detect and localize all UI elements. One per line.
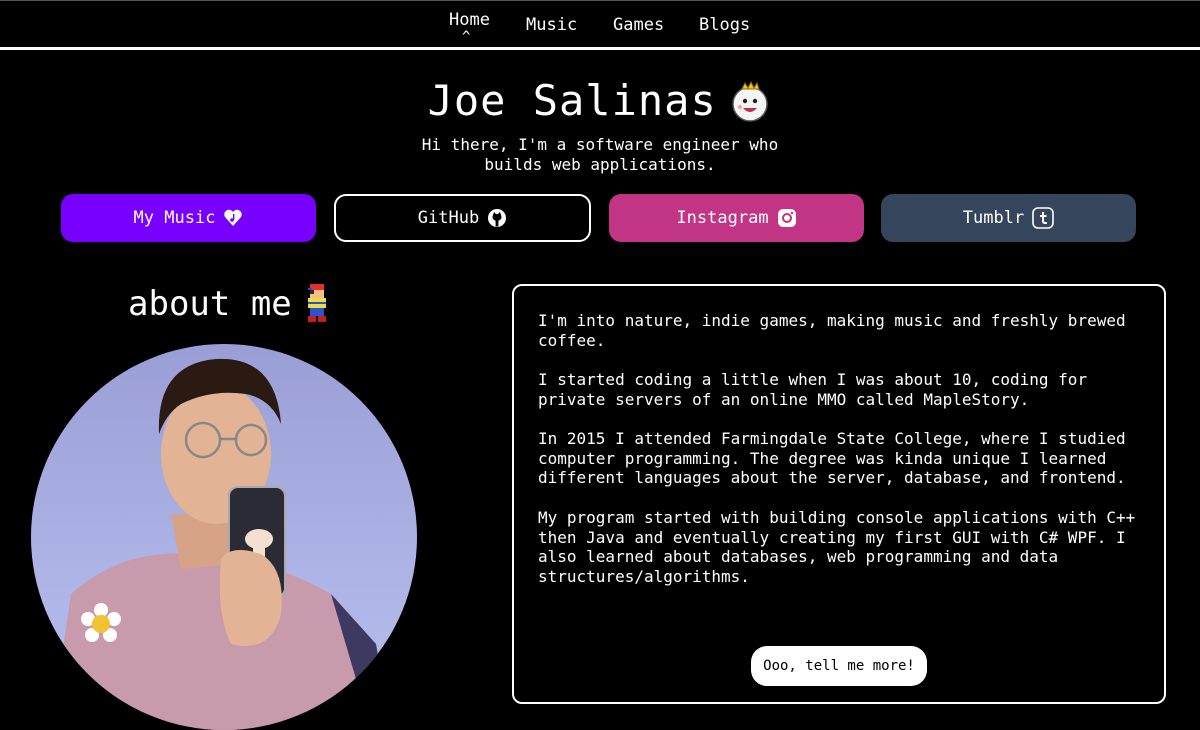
about-paragraph: My program started with building console…	[538, 508, 1136, 586]
instagram-button[interactable]: Instagram	[609, 194, 864, 242]
about-paragraph: In 2015 I attended Farmingdale State Col…	[538, 429, 1126, 488]
heart-music-icon	[224, 209, 243, 226]
top-nav: Home ^ Music Games Blogs	[0, 0, 1200, 50]
nav-games-link[interactable]: Games	[613, 15, 664, 35]
tagline: Hi there, I'm a software engineer who bu…	[421, 135, 779, 174]
about-heading: about me	[128, 282, 332, 326]
nav-home-link[interactable]: Home	[449, 10, 490, 30]
tumblr-button[interactable]: Tumblr	[881, 194, 1136, 242]
page-title: Joe Salinas	[427, 76, 717, 125]
instagram-icon	[777, 209, 796, 227]
about-paragraph: I'm into nature, indie games, making mus…	[538, 311, 1126, 350]
profile-photo-illustration	[51, 358, 391, 730]
tell-me-more-button[interactable]: Ooo, tell me more!	[751, 646, 927, 686]
tumblr-icon	[1032, 207, 1055, 229]
nav-blogs-link[interactable]: Blogs	[699, 15, 750, 35]
pixel-character-icon	[307, 284, 326, 322]
about-title: about me	[128, 284, 292, 324]
about-paragraph: I started coding a little when I was abo…	[538, 370, 1088, 409]
instagram-label: Instagram	[676, 208, 769, 228]
github-icon	[488, 209, 507, 227]
profile-photo	[31, 344, 417, 730]
nav-music-link[interactable]: Music	[526, 15, 577, 35]
github-button[interactable]: GitHub	[334, 194, 591, 242]
king-boo-ghost-icon	[732, 80, 769, 122]
header: Joe Salinas	[0, 76, 1200, 125]
github-label: GitHub	[417, 208, 480, 228]
my-music-label: My Music	[133, 208, 216, 228]
my-music-button[interactable]: My Music	[61, 194, 316, 242]
tumblr-label: Tumblr	[962, 208, 1025, 228]
active-caret-icon: ^	[462, 29, 471, 45]
